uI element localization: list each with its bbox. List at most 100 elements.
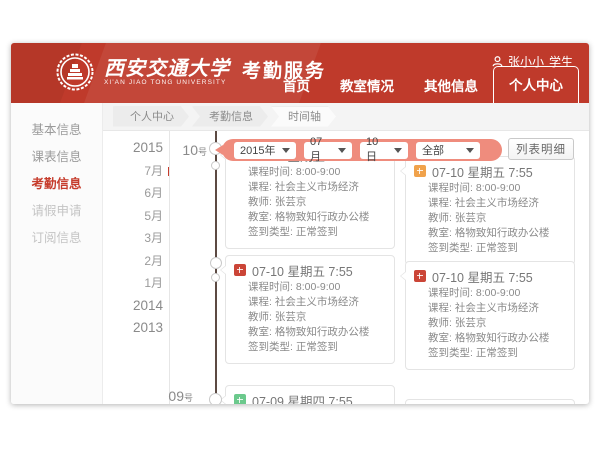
card-header: 07-10 星期五 7:55 (414, 161, 566, 181)
card-field-teacher: 教师:张芸京 (234, 195, 386, 210)
breadcrumb-timeline[interactable]: 时间轴 (271, 107, 336, 127)
card-field-room: 教室:格物致知行政办公楼 (234, 325, 386, 340)
field-value: 正常签到 (476, 242, 518, 254)
day-number: 09 (168, 388, 184, 404)
nav-classrooms[interactable]: 教室情况 (325, 67, 409, 103)
day-select[interactable]: 10日 (360, 142, 408, 159)
attendance-card[interactable]: 07-10 星期五 7:55 课程时间:8:00-9:00 课程:社会主义市场经… (405, 156, 575, 265)
card-field-sign-type: 签到类型:正常签到 (414, 241, 566, 256)
field-label: 教师: (248, 311, 272, 323)
field-value: 正常签到 (296, 341, 338, 353)
timeline-node-large (209, 393, 222, 404)
field-value: 张芸京 (275, 196, 307, 208)
card-field-room: 教室:格物致知行政办公楼 (414, 226, 566, 241)
day-number: 10 (182, 142, 198, 158)
signin-status-icon (234, 264, 246, 276)
day-suffix: 号 (184, 393, 193, 403)
day-select-value: 10日 (366, 136, 388, 164)
sidebar-item-attendance-info[interactable]: 考勤信息 (11, 171, 102, 198)
field-label: 签到类型: (428, 242, 473, 254)
card-header: 07-09 星期四 7:55 (234, 390, 386, 404)
scale-year-2015[interactable]: 2015 (107, 137, 163, 160)
scale-divider-line (169, 131, 170, 404)
sidebar-item-subscription-info[interactable]: 订阅信息 (11, 225, 102, 252)
day-label-10: 10号 (171, 142, 207, 158)
card-field-course-time: 课程时间:8:00-9:00 (234, 165, 386, 180)
card-date: 07-10 星期五 7:55 (432, 162, 533, 181)
field-value: 格物致知行政办公楼 (275, 211, 370, 223)
field-label: 教师: (428, 212, 452, 224)
nav-home[interactable]: 首页 (268, 67, 325, 103)
sidebar-item-basic-info[interactable]: 基本信息 (11, 117, 102, 144)
field-value: 正常签到 (296, 226, 338, 238)
scale-year-2014[interactable]: 2014 (107, 295, 163, 318)
card-field-course-time: 课程时间:8:00-9:00 (234, 280, 386, 295)
field-value: 社会主义市场经济 (275, 296, 359, 308)
sidebar: 基本信息 课表信息 考勤信息 请假申请 订阅信息 (11, 103, 103, 404)
nav-other-info[interactable]: 其他信息 (409, 67, 493, 103)
scale-month-5[interactable]: 5月 (107, 205, 163, 228)
card-field-course: 课程:社会主义市场经济 (414, 196, 566, 211)
card-field-teacher: 教师:张芸京 (414, 211, 566, 226)
type-select-value: 全部 (422, 142, 444, 158)
attendance-card[interactable]: 07-10 星期五 7:55 课程时间:8:00-9:00 课程:社会主义市场经… (405, 261, 575, 370)
month-select[interactable]: 07月 (304, 142, 352, 159)
field-label: 课程时间: (248, 166, 293, 178)
field-label: 课程时间: (248, 281, 293, 293)
scale-month-2[interactable]: 2月 (107, 250, 163, 273)
card-date: 07-10 星期五 7:55 (432, 267, 533, 286)
field-label: 教室: (428, 227, 452, 239)
attendance-card-partial[interactable] (405, 399, 575, 404)
card-field-course: 课程:社会主义市场经济 (234, 295, 386, 310)
scale-month-3[interactable]: 3月 (107, 227, 163, 250)
field-value: 张芸京 (455, 317, 487, 329)
list-detail-button[interactable]: 列表明细 (508, 138, 574, 160)
scale-month-6[interactable]: 6月 (107, 182, 163, 205)
app-header: 西安交通大学 XI'AN JIAO TONG UNIVERSITY 考勤服务 张… (11, 43, 589, 103)
breadcrumb-attendance-info[interactable]: 考勤信息 (192, 107, 268, 127)
university-logo-icon (55, 52, 95, 92)
card-field-course: 课程:社会主义市场经济 (234, 180, 386, 195)
logo-text: 西安交通大学 XI'AN JIAO TONG UNIVERSITY (104, 57, 230, 87)
timeline-node-large (210, 257, 222, 269)
field-value: 张芸京 (455, 212, 487, 224)
timeline-node-small (211, 273, 220, 282)
university-name-cn: 西安交通大学 (104, 57, 230, 79)
type-select[interactable]: 全部 (416, 142, 480, 159)
timeline-node-small (211, 161, 220, 170)
day-label-09: 09号 (157, 388, 193, 404)
field-label: 课程: (428, 197, 452, 209)
nav-personal-center[interactable]: 个人中心 (493, 66, 579, 103)
field-value: 格物致知行政办公楼 (455, 332, 550, 344)
field-label: 教室: (248, 326, 272, 338)
field-value: 格物致知行政办公楼 (275, 326, 370, 338)
signin-status-icon (414, 165, 426, 177)
card-field-room: 教室:格物致知行政办公楼 (414, 331, 566, 346)
attendance-card[interactable]: 07-10 星期五 7:55 课程时间:8:00-9:00 课程:社会主义市场经… (225, 255, 395, 364)
sidebar-item-schedule-info[interactable]: 课表信息 (11, 144, 102, 171)
field-label: 签到类型: (248, 341, 293, 353)
field-value: 格物致知行政办公楼 (455, 227, 550, 239)
attendance-card[interactable]: 07-09 星期四 7:55 (225, 385, 395, 404)
field-label: 签到类型: (248, 226, 293, 238)
card-header: 07-10 星期五 7:55 (414, 266, 566, 286)
field-value: 社会主义市场经济 (455, 302, 539, 314)
scale-month-1[interactable]: 1月 (107, 272, 163, 295)
year-select[interactable]: 2015年 (234, 142, 296, 159)
field-label: 课程: (428, 302, 452, 314)
field-value: 张芸京 (275, 311, 307, 323)
scale-month-7[interactable]: 7月 (107, 160, 163, 183)
chevron-down-icon (394, 148, 402, 153)
card-field-course-time: 课程时间:8:00-9:00 (414, 286, 566, 301)
scale-year-2013[interactable]: 2013 (107, 317, 163, 340)
field-value: 8:00-9:00 (296, 166, 340, 178)
university-name-en: XI'AN JIAO TONG UNIVERSITY (104, 79, 230, 87)
chevron-down-icon (282, 148, 290, 153)
breadcrumb-personal-center[interactable]: 个人中心 (113, 107, 189, 127)
field-label: 课程时间: (428, 182, 473, 194)
field-label: 课程: (248, 296, 272, 308)
card-field-sign-type: 签到类型:正常签到 (234, 340, 386, 355)
signin-status-icon (414, 270, 426, 282)
sidebar-item-leave-request[interactable]: 请假申请 (11, 198, 102, 225)
chevron-down-icon (338, 148, 346, 153)
